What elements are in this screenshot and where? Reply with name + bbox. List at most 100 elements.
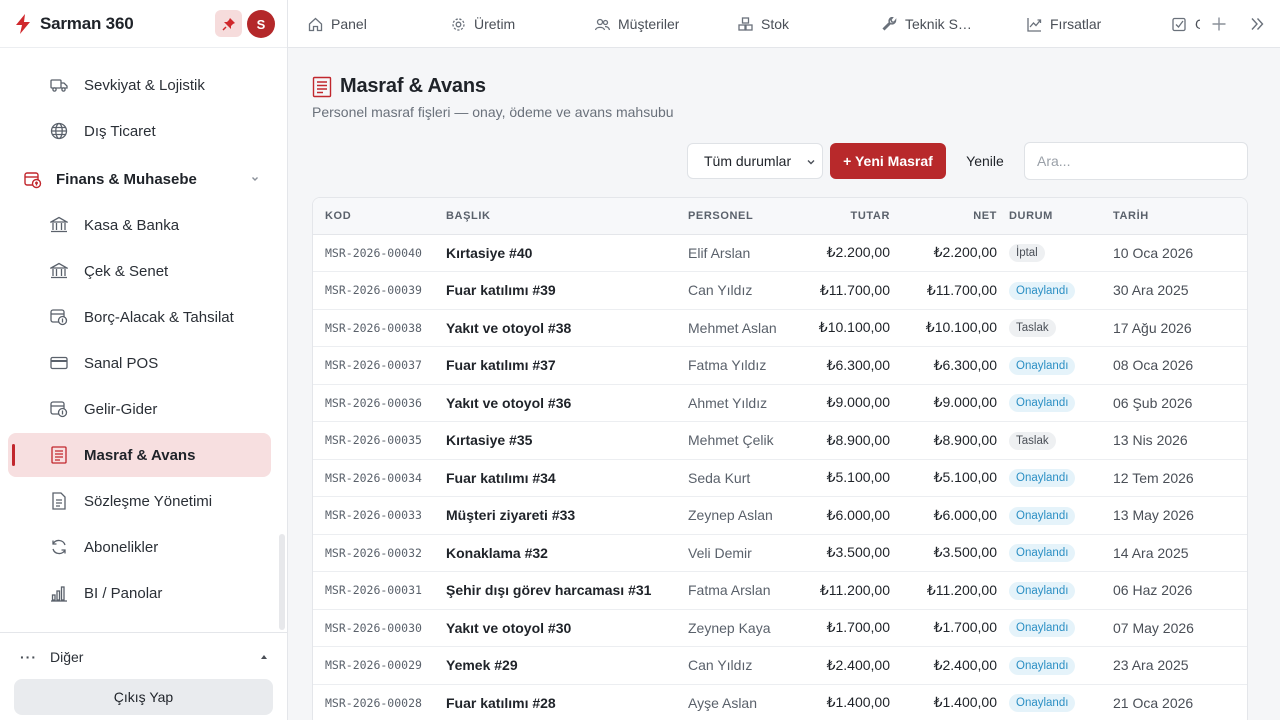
bolt-icon [16, 13, 30, 34]
cell-kod: MSR-2026-00037 [325, 358, 422, 373]
cell-durum: Onaylandı [1009, 647, 1113, 685]
table-row[interactable]: MSR-2026-00030 Yakıt ve otoyol #30 Zeynep … [313, 609, 1247, 647]
refresh-icon [52, 539, 66, 555]
cell-kod: MSR-2026-00033 [325, 508, 422, 523]
sidebar-item-label: Sözleşme Yönetimi [84, 492, 213, 510]
sidebar-section-finans[interactable]: Finans & Muhasebe [8, 160, 271, 200]
avatar[interactable]: S [247, 10, 275, 38]
brand-name: Sarman 360 [40, 13, 134, 33]
cell-durum: Onaylandı [1009, 347, 1113, 385]
cell-net: ₺1.700,00 [933, 619, 997, 636]
sidebar-item-sozlesme[interactable]: Sözleşme Yönetimi [8, 479, 271, 523]
table-row[interactable]: MSR-2026-00032 Konaklama #32 Veli Demir ₺3.… [313, 534, 1247, 572]
cell-tutar: ₺11.200,00 [819, 581, 890, 598]
more-label: Diğer [50, 649, 84, 665]
cell-net: ₺2.400,00 [933, 656, 997, 673]
cell-personel: Seda Kurt [688, 469, 751, 486]
finance-icon [24, 172, 42, 189]
more-icon: ··· [20, 649, 37, 665]
sidebar-item-gelir-gider[interactable]: Gelir-Gider [8, 387, 271, 431]
cell-kod: MSR-2026-00038 [325, 320, 422, 335]
sidebar-item-borc-alacak[interactable]: Borç-Alacak & Tahsilat [8, 295, 271, 339]
cell-tarih: 14 Ara 2025 [1113, 544, 1189, 561]
new-expense-button[interactable]: + Yeni Masraf [830, 143, 946, 179]
tab-musteriler[interactable]: Müşteriler [595, 0, 679, 48]
sidebar-item-dis-ticaret[interactable]: Dış Ticaret [8, 109, 271, 153]
sidebar-item-kasa-banka[interactable]: Kasa & Banka [8, 203, 271, 247]
add-tab-icon[interactable] [1211, 16, 1227, 32]
table-row[interactable]: MSR-2026-00034 Fuar katılımı #34 Seda Kurt… [313, 459, 1247, 497]
cell-kod: MSR-2026-00039 [325, 283, 422, 298]
column-header-durum[interactable]: DURUM [1009, 198, 1113, 235]
sidebar: Sarman 360 S Sevkiyat & Lojistik Dış Tic… [0, 0, 288, 720]
bar-chart-icon [51, 586, 67, 602]
column-header-tarih[interactable]: TARİH [1113, 198, 1247, 235]
tab-stok[interactable]: Stok [738, 0, 789, 48]
tab-label: Üretim [474, 16, 516, 32]
cell-tutar: ₺6.000,00 [826, 506, 890, 523]
search-input[interactable] [1024, 142, 1248, 180]
column-header-tutar[interactable]: TUTAR [804, 198, 902, 235]
pin-icon [221, 17, 235, 31]
clipped-item-stub [52, 48, 152, 54]
wrench-icon [882, 16, 897, 31]
more-toggle[interactable]: ··· Diğer [20, 647, 270, 667]
column-header-personel[interactable]: PERSONEL [688, 198, 804, 235]
logout-button[interactable]: Çıkış Yap [14, 679, 273, 715]
status-filter-select[interactable]: Tüm durumlar [687, 143, 823, 179]
cell-personel: Veli Demir [688, 544, 752, 561]
column-header-net[interactable]: NET [902, 198, 1009, 235]
status-filter-value: Tüm durumlar [704, 153, 792, 169]
cell-durum: Onaylandı [1009, 272, 1113, 310]
pin-button[interactable] [215, 10, 242, 37]
sidebar-item-label: Gelir-Gider [84, 400, 158, 418]
tab-uretim[interactable]: Üretim [451, 0, 515, 48]
finance-icon [50, 401, 68, 418]
sidebar-item-label: Dış Ticaret [84, 122, 156, 140]
cell-baslik: Fuar katılımı #39 [446, 282, 556, 299]
sidebar-scrollbar[interactable] [279, 534, 285, 630]
sidebar-item-bi-panolar[interactable]: BI / Panolar [8, 571, 271, 615]
expense-table: KOD BAŞLIK PERSONEL TUTAR NET DURUM TARİ… [312, 197, 1248, 720]
tab-panel[interactable]: Panel [308, 0, 367, 48]
tab-firsatlar[interactable]: Fırsatlar [1027, 0, 1101, 48]
cell-durum: Taslak [1009, 309, 1113, 347]
status-badge: Onaylandı [1009, 469, 1076, 488]
table-row[interactable]: MSR-2026-00033 Müşteri ziyareti #33 Zeynep… [313, 497, 1247, 534]
table-row[interactable]: MSR-2026-00029 Yemek #29 Can Yıldız ₺2.400,… [313, 647, 1247, 685]
sidebar-item-abonelikler[interactable]: Abonelikler [8, 525, 271, 569]
column-header-baslik[interactable]: BAŞLIK [446, 198, 688, 235]
cell-tarih: 13 May 2026 [1113, 507, 1194, 524]
table-row[interactable]: MSR-2026-00031 Şehir dışı görev harcaması… [313, 572, 1247, 609]
status-badge: Taslak [1009, 431, 1056, 450]
table-row[interactable]: MSR-2026-00035 Kırtasiye #35 Mehmet Çelik ₺… [313, 422, 1247, 459]
tab-label: Teknik S… [905, 16, 972, 32]
table-row[interactable]: MSR-2026-00039 Fuar katılımı #39 Can Yıldı… [313, 272, 1247, 310]
table-row[interactable]: MSR-2026-00036 Yakıt ve otoyol #36 Ahmet Y… [313, 384, 1247, 422]
double-chevron-right-icon[interactable] [1249, 16, 1265, 32]
table-row[interactable]: MSR-2026-00040 Kırtasiye #40 Elif Arslan ₺2… [313, 234, 1247, 272]
cell-kod: MSR-2026-00032 [325, 545, 422, 560]
table-row[interactable]: MSR-2026-00037 Fuar katılımı #37 Fatma Yıl… [313, 347, 1247, 385]
status-badge: Onaylandı [1009, 656, 1076, 675]
tab-teknik-servis[interactable]: Teknik S… [882, 0, 992, 48]
cell-tarih: 17 Ağu 2026 [1113, 319, 1192, 336]
sidebar-item-sanal-pos[interactable]: Sanal POS [8, 341, 271, 385]
cell-personel: Ayşe Aslan [688, 694, 758, 711]
refresh-button[interactable]: Yenile [954, 143, 1016, 179]
cell-personel: Mehmet Çelik [688, 432, 774, 449]
cell-kod: MSR-2026-00030 [325, 620, 422, 635]
table-row[interactable]: MSR-2026-00028 Fuar katılımı #28 Ayşe Asla… [313, 684, 1247, 720]
cell-personel: Can Yıldız [688, 657, 753, 674]
cell-kod: MSR-2026-00029 [325, 658, 422, 673]
sidebar-item-sevkiyat[interactable]: Sevkiyat & Lojistik [8, 63, 271, 107]
column-header-kod[interactable]: KOD [313, 198, 446, 235]
sidebar-item-cek-senet[interactable]: Çek & Senet [8, 249, 271, 293]
status-badge: Onaylandı [1009, 581, 1076, 600]
home-icon [308, 17, 323, 31]
truck-icon [50, 79, 68, 92]
brand[interactable]: Sarman 360 [0, 0, 287, 48]
table-row[interactable]: MSR-2026-00038 Yakıt ve otoyol #38 Mehmet … [313, 309, 1247, 347]
sidebar-item-masraf-avans[interactable]: Masraf & Avans [8, 433, 271, 477]
tab-truncated[interactable]: G [1172, 0, 1200, 48]
